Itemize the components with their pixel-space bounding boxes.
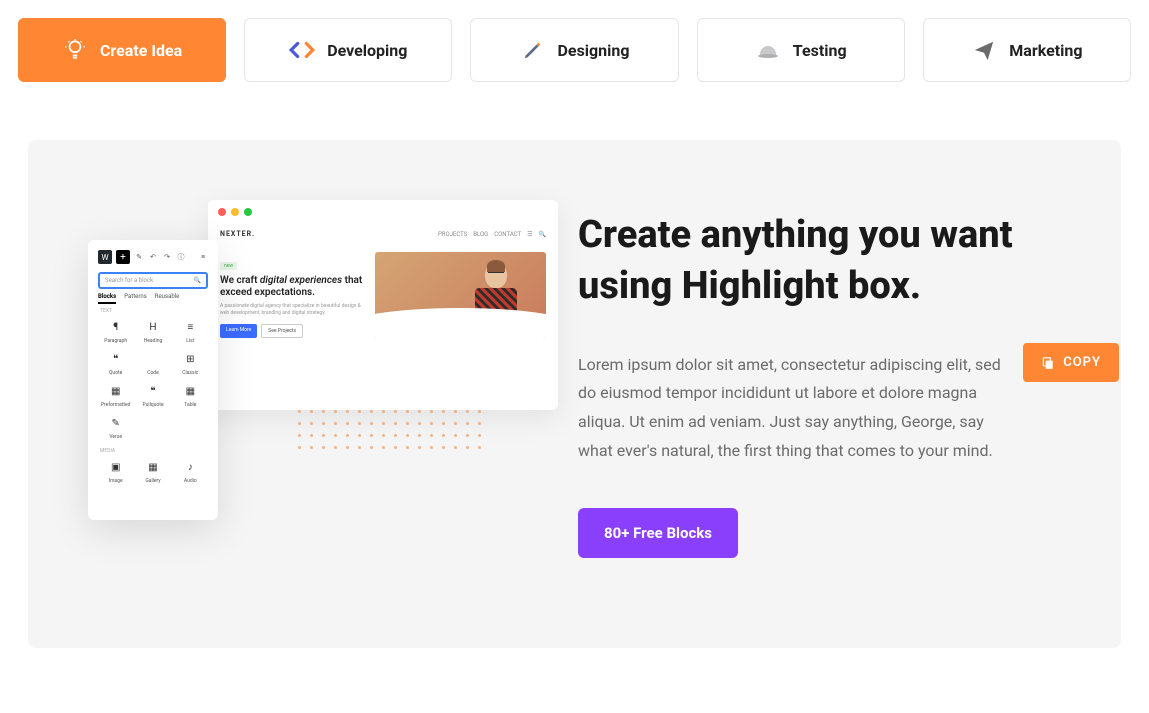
tab-marketing[interactable]: Marketing: [923, 18, 1131, 82]
helmet-icon: [755, 37, 781, 63]
copy-label: COPY: [1063, 355, 1101, 370]
illustration: NEXTER. PROJECTS BLOG CONTACT ☰🔍 new We …: [88, 200, 518, 520]
tab-designing[interactable]: Designing: [470, 18, 678, 82]
tab-label: Developing: [327, 41, 407, 60]
lightbulb-icon: [62, 37, 88, 63]
mock-browser: NEXTER. PROJECTS BLOG CONTACT ☰🔍 new We …: [208, 200, 558, 410]
mock-logo: NEXTER.: [220, 230, 255, 238]
tab-label: Create Idea: [100, 41, 182, 60]
tab-developing[interactable]: Developing: [244, 18, 452, 82]
copy-icon: [1041, 356, 1055, 370]
tab-label: Designing: [558, 41, 630, 60]
tab-label: Testing: [793, 41, 847, 60]
main-paragraph: Lorem ipsum dolor sit amet, consectetur …: [578, 351, 1018, 466]
content-panel: NEXTER. PROJECTS BLOG CONTACT ☰🔍 new We …: [28, 140, 1121, 648]
code-icon: [289, 37, 315, 63]
mock-block-panel: W+ ✎↶↷ⓘ≡ Search for a block🔍 Blocks Patt…: [88, 240, 218, 520]
copy-button[interactable]: COPY: [1023, 343, 1119, 382]
main-heading: Create anything you want using Highlight…: [578, 210, 1061, 313]
paper-plane-icon: [971, 37, 997, 63]
cta-button[interactable]: 80+ Free Blocks: [578, 508, 738, 558]
tab-testing[interactable]: Testing: [697, 18, 905, 82]
text-column: Create anything you want using Highlight…: [578, 200, 1061, 558]
tabs-row: Create Idea Developing Designing Testing…: [0, 0, 1149, 100]
tab-create-idea[interactable]: Create Idea: [18, 18, 226, 82]
pencil-icon: [520, 37, 546, 63]
tab-label: Marketing: [1009, 41, 1082, 60]
